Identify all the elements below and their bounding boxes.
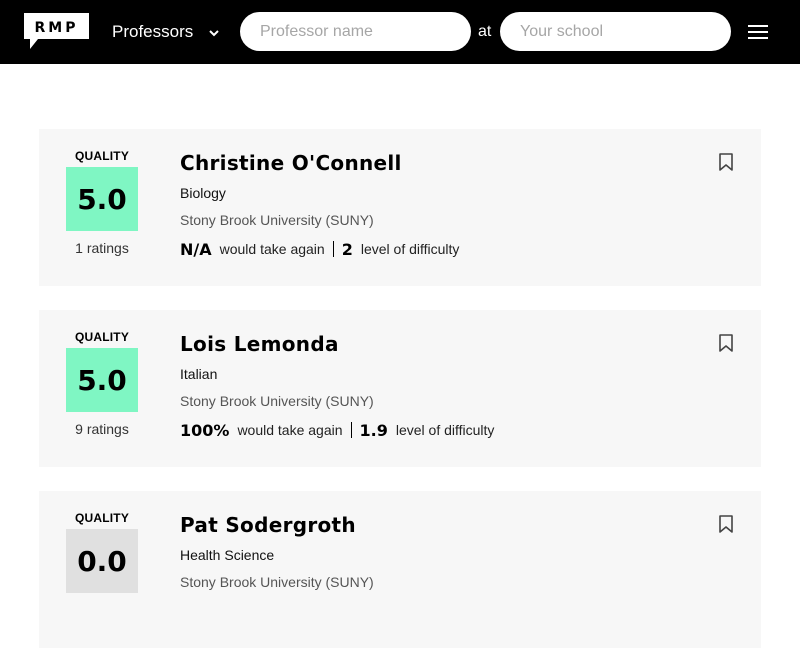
bookmark-icon[interactable] bbox=[719, 515, 733, 533]
professor-department: Italian bbox=[180, 366, 218, 382]
top-navbar: RMP Professors at bbox=[0, 0, 800, 64]
feedback-row: N/A would take again 2 level of difficul… bbox=[180, 238, 459, 260]
rmp-logo[interactable]: RMP bbox=[24, 13, 89, 49]
difficulty-label: level of difficulty bbox=[395, 422, 495, 438]
professor-name: Christine O'Connell bbox=[180, 151, 402, 175]
ratings-count: 9 ratings bbox=[75, 421, 129, 437]
would-take-again-value: N/A bbox=[180, 239, 212, 259]
would-take-again-label: would take again bbox=[237, 422, 343, 438]
logo-text: RMP bbox=[35, 20, 79, 36]
difficulty-label: level of difficulty bbox=[360, 241, 460, 257]
search-type-dropdown[interactable]: Professors bbox=[112, 20, 221, 44]
would-take-again-label: would take again bbox=[219, 241, 325, 257]
quality-label: QUALITY bbox=[74, 330, 130, 344]
professor-search-input[interactable] bbox=[240, 12, 471, 51]
difficulty-value: 2 bbox=[341, 239, 353, 259]
quality-score: 5.0 bbox=[66, 167, 138, 231]
professor-name: Pat Sodergroth bbox=[180, 513, 356, 537]
school-search-input[interactable] bbox=[500, 12, 731, 51]
professor-school: Stony Brook University (SUNY) bbox=[180, 393, 374, 409]
professor-card[interactable]: QUALITY 5.0 1 ratings Christine O'Connel… bbox=[39, 129, 761, 286]
bookmark-icon[interactable] bbox=[719, 153, 733, 171]
quality-label: QUALITY bbox=[74, 511, 130, 525]
feedback-divider bbox=[350, 422, 352, 438]
professor-card[interactable]: QUALITY 5.0 9 ratings Lois Lemonda Itali… bbox=[39, 310, 761, 467]
would-take-again-value: 100% bbox=[180, 420, 230, 440]
professor-name: Lois Lemonda bbox=[180, 332, 339, 356]
professor-card[interactable]: QUALITY 0.0 Pat Sodergroth Health Scienc… bbox=[39, 491, 761, 648]
chevron-down-icon bbox=[207, 25, 221, 39]
feedback-row: 100% would take again 1.9 level of diffi… bbox=[180, 419, 494, 441]
difficulty-value: 1.9 bbox=[359, 420, 388, 440]
feedback-divider bbox=[332, 241, 334, 257]
professor-department: Biology bbox=[180, 185, 226, 201]
quality-score: 0.0 bbox=[66, 529, 138, 593]
search-type-label: Professors bbox=[112, 22, 194, 41]
quality-label: QUALITY bbox=[74, 149, 130, 163]
quality-score: 5.0 bbox=[66, 348, 138, 412]
professor-school: Stony Brook University (SUNY) bbox=[180, 574, 374, 590]
hamburger-menu-icon[interactable] bbox=[748, 24, 768, 40]
professor-department: Health Science bbox=[180, 547, 275, 563]
at-label: at bbox=[478, 23, 492, 40]
ratings-count: 1 ratings bbox=[75, 240, 129, 256]
professor-school: Stony Brook University (SUNY) bbox=[180, 212, 374, 228]
bookmark-icon[interactable] bbox=[719, 334, 733, 352]
